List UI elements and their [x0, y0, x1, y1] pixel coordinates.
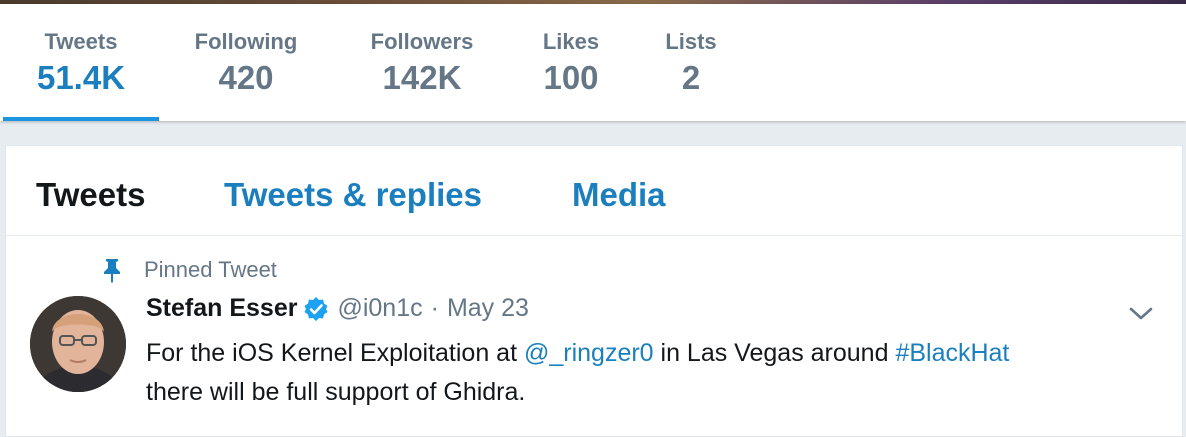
author-name[interactable]: Stefan Esser — [146, 294, 297, 323]
tweet-text-part: in Las Vegas around — [653, 339, 896, 367]
verified-badge-icon — [304, 296, 328, 321]
stat-value: 2 — [681, 59, 701, 96]
timeline-card: Tweets Tweets & replies Media Pinned Twe… — [5, 145, 1183, 437]
stat-label: Likes — [542, 29, 600, 54]
tweet-header: Stefan Esser @i0n1c · May 23 — [146, 294, 529, 323]
tweet-text: For the iOS Kernel Exploitation at @_rin… — [146, 334, 1136, 412]
mention-link[interactable]: @_ringzer0 — [524, 339, 654, 367]
avatar[interactable] — [30, 296, 126, 392]
separator-dot: · — [430, 294, 439, 322]
stat-label: Tweets — [44, 29, 118, 54]
stat-following[interactable]: Following 420 — [176, 4, 316, 121]
stat-value: 420 — [218, 59, 274, 96]
stat-likes[interactable]: Likes 100 — [524, 4, 618, 121]
stat-lists[interactable]: Lists 2 — [650, 4, 732, 121]
tab-tweets-and-replies[interactable]: Tweets & replies — [224, 176, 482, 214]
tweet-text-part: there will be full support of Ghidra. — [146, 378, 526, 406]
author-handle[interactable]: @i0n1c — [337, 294, 422, 323]
stat-followers[interactable]: Followers 142K — [350, 4, 494, 121]
timeline-tabs: Tweets Tweets & replies Media — [6, 146, 1182, 236]
pinned-tweet-context: Pinned Tweet — [101, 256, 277, 284]
stat-label: Followers — [370, 29, 474, 54]
tab-tweets[interactable]: Tweets — [36, 176, 145, 214]
chevron-down-icon[interactable] — [1126, 302, 1156, 324]
stat-value: 142K — [382, 59, 462, 96]
hashtag-link[interactable]: #BlackHat — [895, 339, 1009, 367]
tweet-text-part: For the iOS Kernel Exploitation at — [146, 339, 524, 367]
pinned-tweet-label: Pinned Tweet — [144, 257, 277, 282]
stat-label: Lists — [665, 29, 717, 54]
stat-value: 51.4K — [36, 59, 126, 96]
stat-label: Following — [194, 29, 298, 54]
pin-icon — [104, 259, 120, 283]
stat-tweets[interactable]: Tweets 51.4K — [3, 4, 159, 121]
tweet-date[interactable]: May 23 — [447, 294, 529, 323]
profile-stats-nav: Tweets 51.4K Following 420 Followers 142… — [0, 4, 1186, 121]
tab-media[interactable]: Media — [572, 176, 666, 214]
stat-value: 100 — [543, 59, 599, 96]
avatar-image — [30, 296, 126, 392]
